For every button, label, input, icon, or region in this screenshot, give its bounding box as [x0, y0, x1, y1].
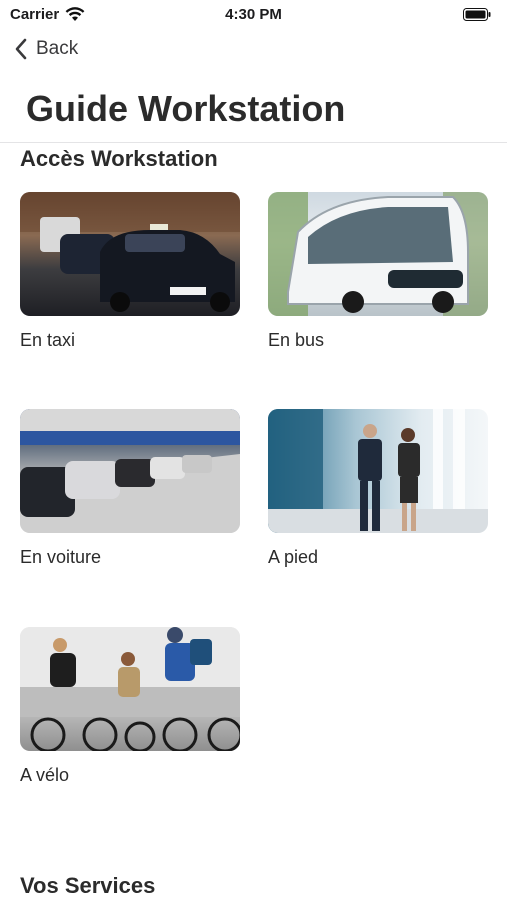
back-label: Back: [36, 38, 79, 59]
access-card-car[interactable]: En voiture: [20, 409, 240, 568]
access-label-taxi: En taxi: [20, 330, 76, 350]
access-card-walk[interactable]: A pied: [268, 409, 488, 568]
access-card-taxi[interactable]: En taxi: [20, 192, 240, 351]
cycling-photo: [20, 627, 240, 751]
walking-photo: [268, 409, 488, 533]
bus-photo: [268, 192, 488, 316]
title-divider: [0, 142, 507, 143]
section-title-acces: Accès Workstation: [20, 146, 218, 171]
chevron-left-icon: [15, 38, 27, 60]
access-card-bike[interactable]: A vélo: [20, 627, 240, 786]
access-label-bike: A vélo: [20, 765, 70, 785]
section-title-services: Vos Services: [20, 873, 156, 898]
access-card-bus[interactable]: En bus: [268, 192, 488, 351]
parking-photo: [20, 409, 240, 533]
page-title: Guide Workstation: [26, 88, 346, 129]
battery-icon: [463, 7, 491, 21]
back-button[interactable]: Back: [14, 38, 78, 60]
access-label-bus: En bus: [268, 330, 325, 350]
taxi-photo: [20, 192, 240, 316]
status-bar: Carrier 4:30 PM: [0, 0, 507, 28]
access-label-car: En voiture: [20, 547, 102, 567]
access-label-walk: A pied: [268, 547, 319, 567]
status-time: 4:30 PM: [225, 5, 282, 23]
